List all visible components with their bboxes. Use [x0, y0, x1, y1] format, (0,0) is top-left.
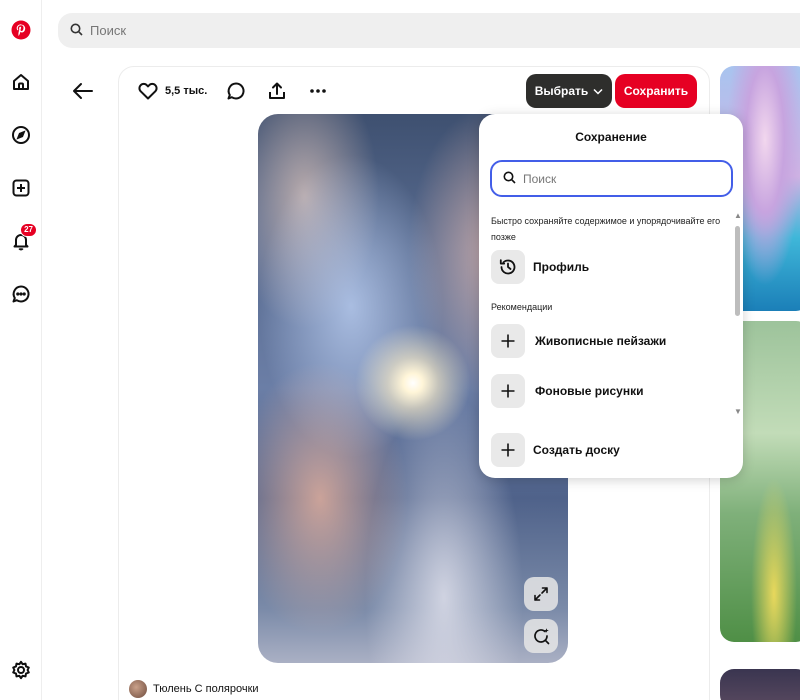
settings-icon[interactable]: [8, 657, 34, 683]
more-icon[interactable]: [305, 78, 331, 104]
notification-badge: 27: [20, 223, 37, 237]
avatar: [129, 680, 147, 698]
messages-icon[interactable]: [8, 281, 34, 307]
board-item-profile[interactable]: Профиль: [491, 250, 589, 284]
heart-icon[interactable]: [135, 78, 161, 104]
expand-icon[interactable]: [524, 577, 558, 611]
plus-icon: [491, 374, 525, 408]
board-list-scrollbar[interactable]: ▲ ▼: [733, 210, 742, 418]
scroll-up-arrow-icon[interactable]: ▲: [734, 212, 742, 220]
scroll-thumb[interactable]: [735, 226, 740, 316]
select-board-label: Выбрать: [534, 84, 589, 98]
select-board-button[interactable]: Выбрать: [526, 74, 612, 108]
share-icon[interactable]: [264, 78, 290, 104]
plus-icon: [491, 433, 525, 467]
left-nav-rail: 27: [0, 0, 42, 700]
save-to-board-popup: Сохранение Поиск Быстро сохраняйте содер…: [479, 114, 743, 478]
pin-author[interactable]: Тюлень С полярочки: [129, 680, 259, 698]
like-count: 5,5 тыс.: [165, 85, 208, 97]
search-placeholder: Поиск: [90, 23, 127, 38]
chevron-down-icon: [593, 84, 603, 98]
home-icon[interactable]: [8, 69, 34, 95]
board-search-placeholder: Поиск: [523, 171, 557, 186]
related-pin-thumbnail[interactable]: [720, 669, 800, 700]
pinterest-logo-icon[interactable]: [8, 17, 34, 43]
pin-toolbar: 5,5 тыс.: [135, 76, 331, 106]
scroll-down-arrow-icon[interactable]: ▼: [734, 408, 742, 416]
back-arrow-icon[interactable]: [70, 78, 96, 104]
author-name: Тюлень С полярочки: [153, 683, 259, 695]
create-board-label: Создать доску: [533, 443, 620, 457]
quick-save-hint: Быстро сохраняйте содержимое и упорядочи…: [491, 216, 721, 242]
search-icon: [503, 171, 523, 187]
recommendations-label: Рекомендации: [491, 302, 553, 312]
board-label: Фоновые рисунки: [535, 384, 644, 398]
visual-search-icon[interactable]: [524, 619, 558, 653]
board-item-wallpapers[interactable]: Фоновые рисунки: [491, 374, 643, 408]
create-icon[interactable]: [8, 175, 34, 201]
search-input[interactable]: Поиск: [58, 13, 800, 48]
popup-title: Сохранение: [575, 130, 647, 144]
board-search-input[interactable]: Поиск: [490, 160, 733, 197]
bell-icon[interactable]: 27: [8, 223, 37, 254]
create-board-button[interactable]: Создать доску: [491, 433, 620, 467]
history-icon: [491, 250, 525, 284]
board-item-scenic-landscapes[interactable]: Живописные пейзажи: [491, 324, 666, 358]
explore-icon[interactable]: [8, 122, 34, 148]
search-icon: [70, 23, 90, 39]
board-label: Профиль: [533, 260, 590, 274]
plus-icon: [491, 324, 525, 358]
save-button[interactable]: Сохранить: [615, 74, 697, 108]
board-label: Живописные пейзажи: [535, 334, 667, 348]
comment-icon[interactable]: [223, 78, 249, 104]
